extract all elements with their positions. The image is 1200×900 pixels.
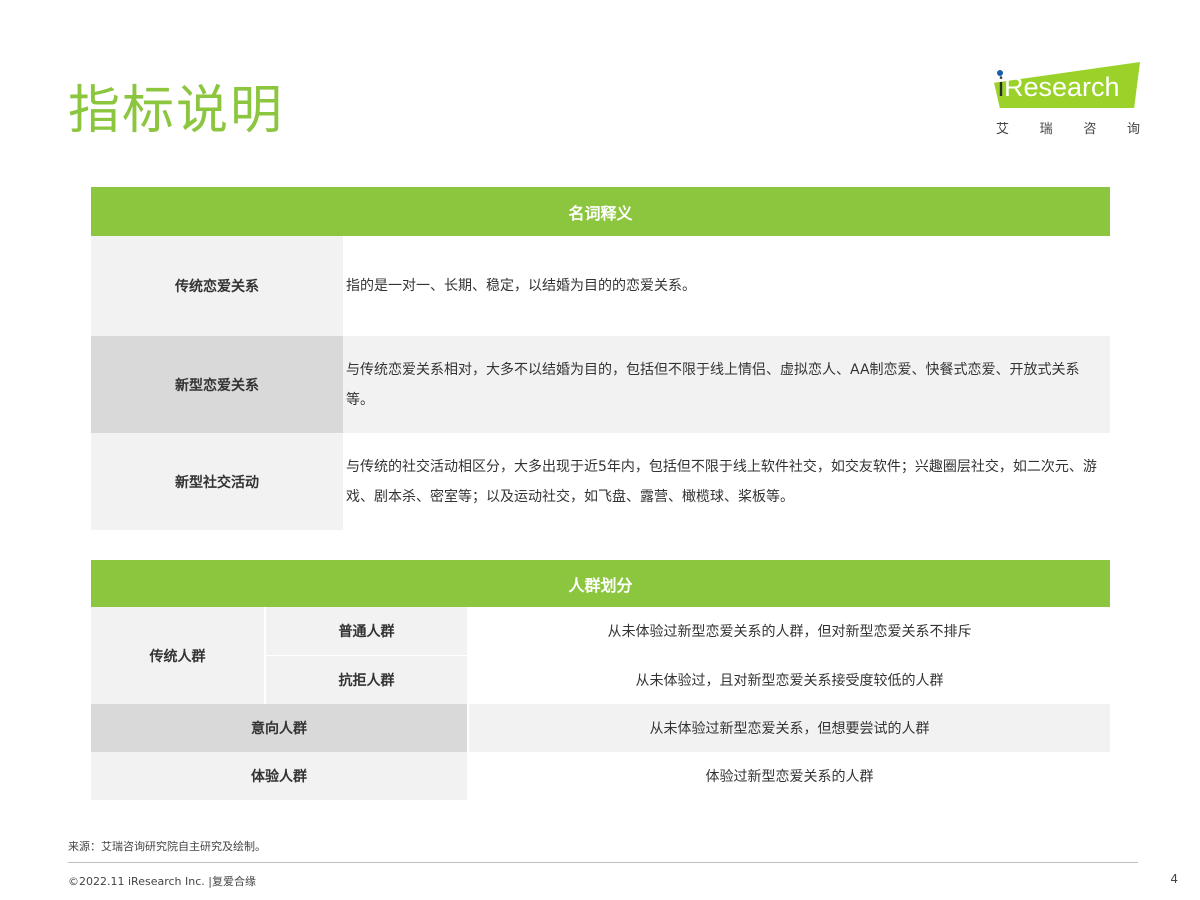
groups-heading: 人群划分 <box>91 560 1110 607</box>
group-name: 普通人群 <box>265 607 469 656</box>
table-row: 传统人群 普通人群 从未体验过新型恋爱关系的人群，但对新型恋爱关系不排斥 <box>91 607 1110 704</box>
logo-word: Research <box>1004 72 1120 102</box>
logo-sub-char: 咨 <box>1083 122 1097 137</box>
table-row: 传统恋爱关系 指的是一对一、长期、稳定，以结婚为目的的恋爱关系。 <box>91 236 1110 336</box>
group-description: 从未体验过新型恋爱关系的人群，但对新型恋爱关系不排斥 <box>468 607 1110 656</box>
source-note: 来源：艾瑞咨询研究院自主研究及绘制。 <box>68 840 266 853</box>
table-row: 体验人群 体验过新型恋爱关系的人群 <box>91 752 1110 800</box>
group-name: 体验人群 <box>91 752 469 800</box>
group-description: 从未体验过新型恋爱关系，但想要尝试的人群 <box>468 704 1110 752</box>
terms-table: 名词释义 传统恋爱关系 指的是一对一、长期、稳定，以结婚为目的的恋爱关系。 新型… <box>91 187 1110 530</box>
table-row: 意向人群 从未体验过新型恋爱关系，但想要尝试的人群 <box>91 704 1110 752</box>
term-label: 新型社交活动 <box>91 433 343 530</box>
logo-subtitle: 艾 瑞 咨 询 <box>996 118 1140 137</box>
footer-divider <box>68 862 1138 863</box>
page-title: 指标说明 <box>68 81 285 141</box>
group-name: 抗拒人群 <box>265 655 469 704</box>
logo-sub-char: 瑞 <box>1039 122 1053 137</box>
logo-sub-char: 艾 <box>996 122 1010 137</box>
term-label: 传统恋爱关系 <box>91 236 343 336</box>
groups-table: 人群划分 传统人群 普通人群 从未体验过新型恋爱关系的人群，但对新型恋爱关系不排… <box>91 560 1110 800</box>
iresearch-logo: iResearch 艾 瑞 咨 询 <box>990 62 1140 142</box>
terms-heading: 名词释义 <box>91 187 1110 236</box>
traditional-group-label: 传统人群 <box>91 607 266 704</box>
term-definition: 与传统恋爱关系相对，大多不以结婚为目的，包括但不限于线上情侣、虚拟恋人、AA制恋… <box>343 336 1110 433</box>
page-number: 4 <box>1170 872 1178 886</box>
term-label: 新型恋爱关系 <box>91 336 343 433</box>
table-row: 新型社交活动 与传统的社交活动相区分，大多出现于近5年内，包括但不限于线上软件社… <box>91 433 1110 530</box>
group-description: 从未体验过，且对新型恋爱关系接受度较低的人群 <box>468 655 1110 704</box>
logo-sub-char: 询 <box>1126 122 1140 137</box>
term-definition: 指的是一对一、长期、稳定，以结婚为目的的恋爱关系。 <box>343 236 1110 336</box>
term-definition: 与传统的社交活动相区分，大多出现于近5年内，包括但不限于线上软件社交，如交友软件… <box>343 433 1110 530</box>
group-name: 意向人群 <box>91 704 469 752</box>
copyright: ©2022.11 iResearch Inc. |复爱合缘 <box>68 875 256 888</box>
group-description: 体验过新型恋爱关系的人群 <box>468 752 1110 800</box>
logo-wordmark: iResearch <box>998 72 1120 103</box>
table-row: 新型恋爱关系 与传统恋爱关系相对，大多不以结婚为目的，包括但不限于线上情侣、虚拟… <box>91 336 1110 433</box>
